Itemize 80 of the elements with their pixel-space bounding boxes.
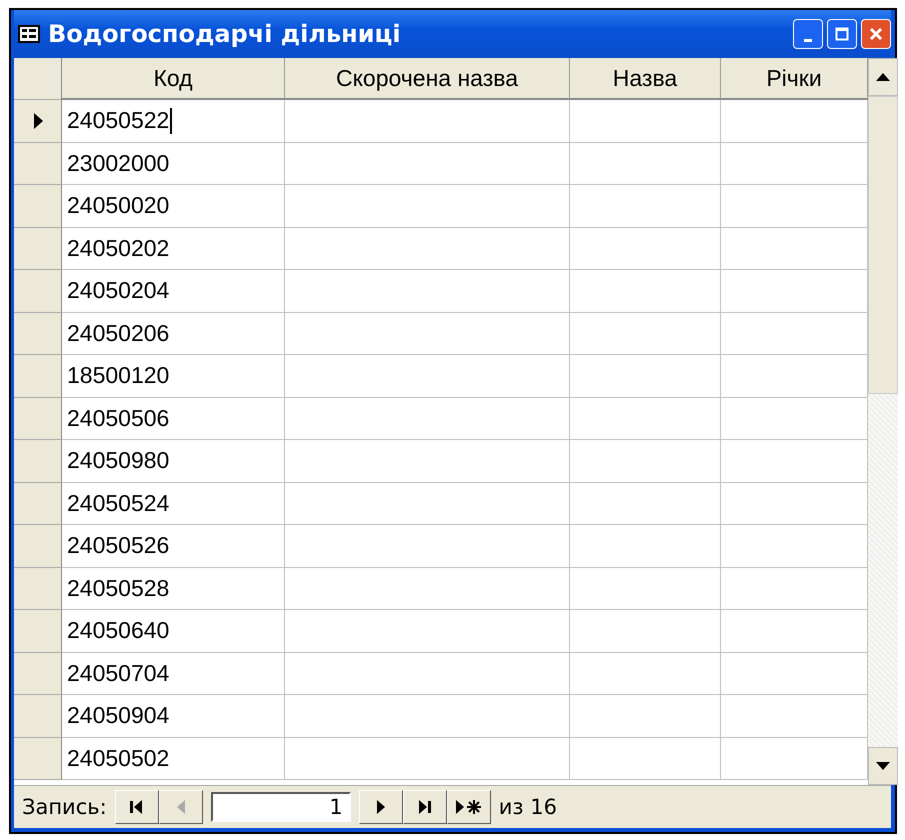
empty-table-cell[interactable]	[285, 568, 570, 610]
maximize-button[interactable]	[827, 19, 857, 49]
new-record-button[interactable]	[446, 790, 491, 824]
current-record-icon	[32, 112, 44, 130]
code-text: 24050206	[67, 320, 170, 347]
datasheet-icon	[18, 25, 40, 43]
maximize-icon	[835, 27, 849, 41]
scroll-thumb[interactable]	[868, 96, 898, 394]
record-label: Запись:	[22, 795, 107, 819]
column-header[interactable]: Код	[62, 58, 285, 100]
close-icon	[869, 27, 883, 41]
first-record-button[interactable]	[114, 790, 159, 824]
empty-table-cell[interactable]	[285, 228, 570, 270]
text-cursor	[170, 108, 172, 134]
code-text: 24050980	[67, 447, 170, 474]
code-text: 24050528	[67, 574, 170, 602]
scroll-up-button[interactable]	[868, 58, 898, 96]
minimize-icon	[804, 38, 812, 42]
empty-table-cell[interactable]	[285, 355, 570, 398]
empty-table-cell[interactable]	[570, 652, 721, 695]
close-button[interactable]	[861, 19, 891, 49]
last-record-button[interactable]	[402, 790, 447, 824]
code-text: 24050522	[67, 107, 170, 134]
down-arrow-icon	[876, 762, 890, 770]
row-selector[interactable]	[14, 100, 62, 142]
empty-table-cell[interactable]	[570, 738, 721, 780]
code-text: 18500120	[67, 362, 170, 390]
code-text: 24050202	[67, 234, 170, 262]
code-text: 24050526	[67, 532, 170, 560]
corner-header	[14, 58, 62, 100]
empty-table-cell[interactable]	[570, 398, 721, 440]
code-text: 24050204	[67, 277, 170, 304]
code-text: 24050640	[67, 617, 170, 644]
record-count: из 16	[498, 795, 557, 819]
code-text: 24050524	[67, 490, 170, 517]
new-record-icon	[454, 798, 484, 816]
empty-table-cell[interactable]	[570, 355, 721, 398]
next-record-icon	[374, 799, 387, 815]
empty-table-cell[interactable]	[285, 100, 570, 142]
empty-table-cell[interactable]	[570, 100, 721, 142]
empty-table-cell[interactable]	[285, 398, 570, 440]
code-text: 24050704	[67, 660, 170, 687]
minimize-button[interactable]	[793, 19, 823, 49]
column-header[interactable]: Назва	[570, 58, 721, 100]
vertical-scrollbar[interactable]	[868, 58, 898, 785]
code-text: 24050502	[67, 744, 170, 772]
empty-table-cell[interactable]	[570, 312, 721, 355]
code-text: 24050020	[67, 192, 170, 220]
code-text: 23002000	[67, 150, 170, 177]
empty-table-cell[interactable]	[285, 695, 570, 738]
column-header[interactable]: Скорочена назва	[285, 58, 570, 100]
column-header[interactable]: Річки	[721, 58, 868, 100]
empty-table-cell[interactable]	[570, 568, 721, 610]
empty-table-cell[interactable]	[570, 142, 721, 185]
previous-record-icon	[174, 799, 187, 815]
window-title: Водогосподарчі дільниці	[48, 20, 402, 48]
empty-table-cell[interactable]	[285, 312, 570, 355]
empty-table-cell[interactable]	[570, 482, 721, 525]
up-arrow-icon	[876, 73, 890, 81]
empty-table-cell[interactable]	[285, 525, 570, 568]
scroll-down-button[interactable]	[868, 747, 898, 785]
empty-table-cell[interactable]	[285, 610, 570, 652]
empty-table-cell[interactable]	[570, 440, 721, 482]
empty-table-cell[interactable]	[285, 738, 570, 780]
next-record-button[interactable]	[358, 790, 403, 824]
empty-table-cell[interactable]	[570, 228, 721, 270]
empty-table-cell[interactable]	[570, 185, 721, 228]
empty-table-cell[interactable]	[570, 525, 721, 568]
empty-table-cell[interactable]	[570, 270, 721, 312]
empty-table-cell[interactable]	[285, 185, 570, 228]
empty-table-cell[interactable]	[285, 482, 570, 525]
empty-table-cell[interactable]	[570, 610, 721, 652]
empty-table-cell[interactable]	[285, 652, 570, 695]
empty-table-cell[interactable]	[285, 440, 570, 482]
empty-table-cell[interactable]	[285, 270, 570, 312]
empty-table-cell[interactable]	[570, 695, 721, 738]
code-text: 24050904	[67, 702, 170, 730]
empty-table-cell[interactable]	[285, 142, 570, 185]
record-number-field[interactable]: 1	[210, 792, 351, 822]
code-text: 24050506	[67, 404, 170, 432]
